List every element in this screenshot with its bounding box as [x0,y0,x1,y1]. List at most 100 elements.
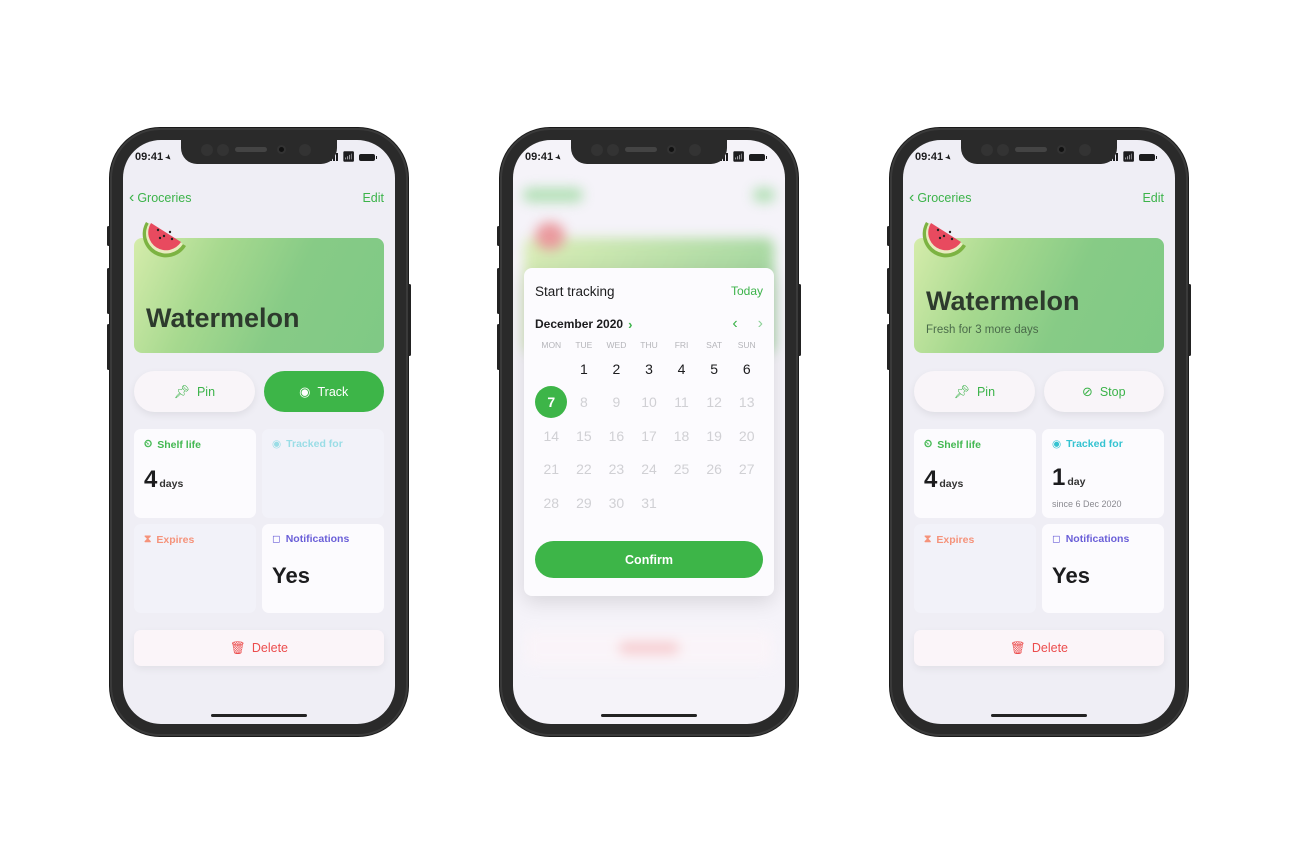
shelf-life-unit: days [939,478,964,490]
trash-icon: 🗑︎ [1009,640,1026,655]
pin-icon: 📌︎ [953,383,970,399]
pin-label: Pin [196,384,216,399]
home-indicator [991,714,1087,717]
back-label: Groceries [137,191,192,205]
calendar-day: 10 [641,394,657,411]
pin-button[interactable]: 📌︎ Pin [914,371,1035,412]
watermelon-icon [922,222,966,258]
confirm-button[interactable]: Confirm [535,541,763,578]
status-time: 09:41 [135,151,164,163]
weekday-header: MON TUE WED THU FRI SAT SUN [535,340,763,350]
delete-label: Delete [1031,641,1068,655]
pin-icon: 📌︎ [173,383,190,399]
previous-month-button[interactable]: ‹ [732,315,737,333]
shelf-life-card: ⏲ Shelf life 4 days [914,429,1036,518]
calendar-day[interactable]: 1 [568,352,601,386]
notifications-value: Yes [1052,563,1090,588]
notch [571,140,727,164]
tracked-for-label: Tracked for [1066,438,1123,450]
expires-card: ⧗ Expires [914,524,1036,613]
battery-icon [1139,153,1157,161]
notifications-label: Notifications [1065,533,1130,545]
edit-button[interactable]: Edit [362,191,384,205]
month-selector[interactable]: December 2020 › [535,317,632,332]
notch [961,140,1117,164]
notification-badge-icon: ◻ [1052,533,1061,545]
expires-label: Expires [936,533,975,546]
track-button[interactable]: ◉ Track [263,371,384,412]
shelf-life-label: Shelf life [937,438,981,451]
tracked-since: since 6 Dec 2020 [1052,499,1122,509]
calendar-day[interactable]: 6 [730,352,763,386]
weekday-label: SAT [706,340,723,350]
tracked-for-value: 1 [1052,464,1066,491]
calendar-day: 30 [608,494,625,511]
wifi-icon: 📶︎ [1122,151,1135,163]
calendar-day[interactable]: 2 [600,352,633,386]
next-month-button[interactable]: › [758,315,763,333]
sheet-title: Start tracking [535,283,615,299]
calendar-day: 23 [608,461,625,478]
notifications-card[interactable]: ◻ Notifications Yes [1042,524,1164,613]
calendar-day: 24 [641,461,657,478]
calendar-days: 1 2 3 4 5 6 7 8 9 10 11 12 13 14 15 16 17 18 19 20 21 22 23 24 2… [535,352,763,520]
location-icon: ➤ [162,151,175,163]
back-button[interactable]: ‹ Groceries [129,190,192,206]
item-hero-card: Watermelon [134,222,384,353]
calendar-day[interactable]: 5 [698,352,731,386]
expires-card: ⧗ Expires [134,524,256,613]
today-button[interactable]: Today [731,284,763,298]
pin-button[interactable]: 📌︎ Pin [134,371,255,412]
calendar-day: 9 [612,394,621,411]
notifications-card[interactable]: ◻ Notifications Yes [262,524,384,613]
notification-badge-icon: ◻ [272,533,281,545]
tracked-for-card: ◉ Tracked for [262,429,384,518]
calendar-day: 29 [576,494,592,511]
phone-tracked: 09:41 ➤ 📶︎ ‹ Groceries Edit Watermelon Fre… [887,128,1191,736]
calendar-day: 20 [738,427,755,444]
delete-label: Delete [251,641,288,655]
stop-button[interactable]: ⊘ Stop [1043,371,1164,412]
calendar-day: 25 [673,461,690,478]
calendar-day: 27 [738,461,755,478]
timer-icon: ⏲ [924,438,933,450]
screen: 09:41 ➤ 📶︎ Start tracking Today December … [513,140,785,724]
home-indicator [601,714,697,717]
edit-button[interactable]: Edit [1142,191,1164,205]
eye-icon: ◉ [1052,438,1062,450]
back-button[interactable]: ‹ Groceries [909,190,972,206]
navigation-bar: ‹ Groceries Edit [903,184,1175,212]
calendar-day: 13 [738,394,755,411]
calendar-day[interactable]: 4 [665,352,698,386]
calendar-day: 26 [706,461,722,478]
chevron-left-icon: ‹ [129,189,135,206]
weekday-label: THU [640,340,658,350]
calendar-day-selected[interactable]: 7 [535,386,568,420]
calendar-day: 12 [706,394,722,411]
timer-icon: ⏲ [144,438,153,450]
screen: 09:41 ➤ 📶︎ ‹ Groceries Edit Watermelon 📌︎ P… [123,140,395,724]
delete-button[interactable]: 🗑︎ Delete [914,630,1164,666]
calendar-day: 8 [579,394,588,411]
delete-button[interactable]: 🗑︎ Delete [134,630,384,666]
shelf-life-card: ⏲ Shelf life 4 days [134,429,256,518]
watermelon-icon [142,222,186,258]
notifications-label: Notifications [285,533,350,545]
item-title: Watermelon [146,303,300,333]
shelf-life-unit: days [159,478,184,490]
back-label: Groceries [917,191,972,205]
calendar-day: 28 [543,494,560,511]
expires-label: Expires [156,533,195,546]
hourglass-icon: ⧗ [924,533,932,545]
start-tracking-sheet: Start tracking Today December 2020 › ‹ › … [524,268,774,596]
shelf-life-label: Shelf life [157,438,201,451]
navigation-bar: ‹ Groceries Edit [123,184,395,212]
battery-icon [749,153,767,161]
calendar-day: 21 [543,461,560,478]
calendar-blank [535,352,568,386]
track-label: Track [317,384,349,399]
location-icon: ➤ [552,151,565,163]
calendar-day: 31 [641,494,657,511]
calendar-day[interactable]: 3 [633,352,666,386]
shelf-life-value: 4 [924,466,938,493]
